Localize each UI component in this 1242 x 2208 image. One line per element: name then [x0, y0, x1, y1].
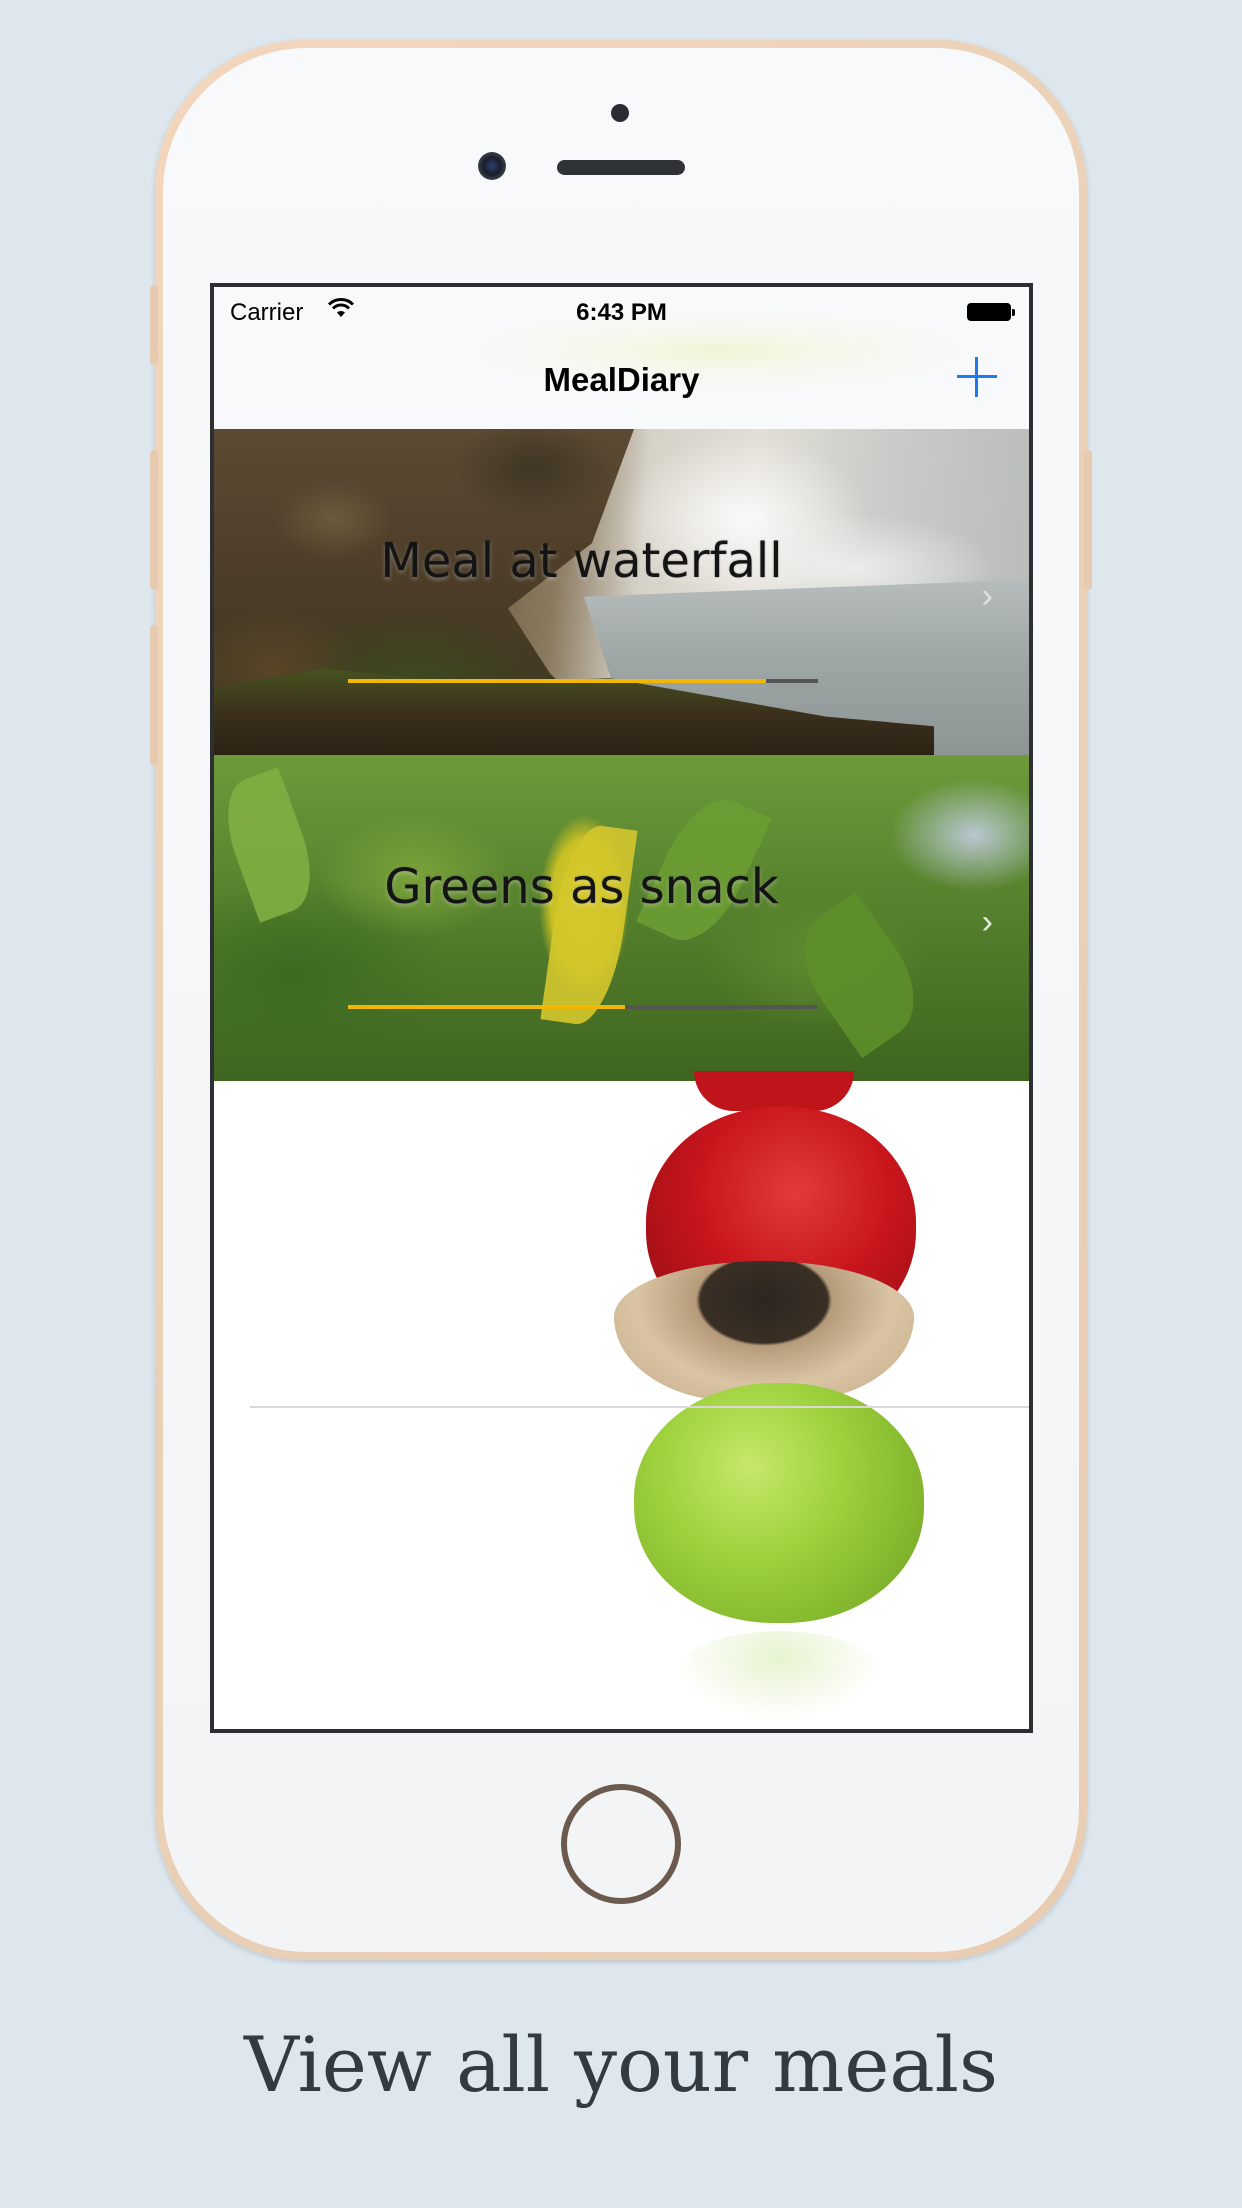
battery-icon	[967, 303, 1015, 321]
earpiece-speaker	[557, 160, 685, 175]
nav-title: MealDiary	[543, 361, 700, 398]
mushroom-shape	[614, 1261, 914, 1401]
chevron-right-icon: ›	[981, 577, 993, 615]
side-button-volume-up	[150, 450, 158, 590]
status-bar: Carrier 6:43 PM	[214, 287, 1029, 337]
home-button[interactable]	[561, 1784, 681, 1904]
red-apple-top-shape	[694, 1071, 854, 1111]
meal-row-waterfall[interactable]: Meal at waterfall ›	[214, 429, 1029, 755]
side-button-power	[1084, 450, 1092, 590]
reflection-shape	[674, 1631, 884, 1721]
rating-fill	[348, 1005, 626, 1009]
table-background	[214, 1071, 1029, 1729]
caption: View all your meals	[244, 2020, 998, 2109]
chevron-right-icon: ›	[981, 903, 993, 941]
meal-row-greens[interactable]: Greens as snack ›	[214, 755, 1029, 1081]
apples-and-mushroom-image	[614, 1071, 934, 1729]
row-separator	[250, 1406, 1029, 1408]
app-screen: MealDiary Carrier 6:43 PM Meal at waterf…	[210, 283, 1033, 1733]
status-time: 6:43 PM	[576, 299, 667, 326]
rating-fill	[348, 679, 767, 683]
rating-bar	[348, 1005, 818, 1009]
meal-title: Greens as snack	[384, 859, 779, 915]
proximity-sensor	[611, 104, 629, 122]
rating-bar	[348, 679, 818, 683]
side-button-volume-down	[150, 625, 158, 765]
front-camera-icon	[478, 152, 506, 180]
add-meal-button[interactable]	[953, 353, 1001, 401]
side-button-mute	[150, 285, 158, 365]
green-apple-shape	[634, 1383, 924, 1623]
meal-title: Meal at waterfall	[380, 533, 783, 589]
